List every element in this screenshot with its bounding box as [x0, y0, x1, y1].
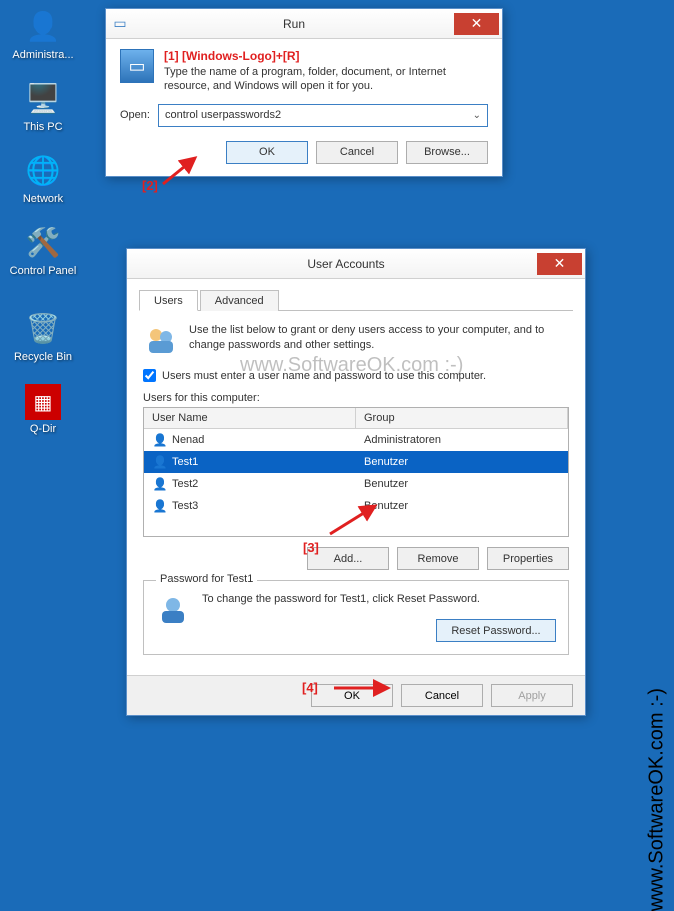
desktop-icon-this-pc[interactable]: 🖥️ This PC	[8, 78, 78, 133]
open-value: control userpasswords2	[165, 109, 281, 121]
cancel-button[interactable]: Cancel	[401, 684, 483, 707]
user-row-icon: 👤	[152, 498, 168, 514]
cell-username: Test1	[172, 456, 198, 468]
col-group[interactable]: Group	[356, 408, 568, 428]
icon-label: Control Panel	[8, 265, 78, 277]
icon-label: Administra...	[8, 49, 78, 61]
tab-users[interactable]: Users	[139, 290, 198, 311]
desktop-icon-administrator[interactable]: 👤 Administra...	[8, 6, 78, 61]
desktop-icon-recycle-bin[interactable]: 🗑️ Recycle Bin	[8, 308, 78, 363]
browse-button[interactable]: Browse...	[406, 141, 488, 164]
table-row[interactable]: 👤 Test2 Benutzer	[144, 473, 568, 495]
tab-advanced[interactable]: Advanced	[200, 290, 279, 311]
icon-label: Recycle Bin	[8, 351, 78, 363]
cell-username: Test3	[172, 500, 198, 512]
qdir-icon: ▦	[25, 384, 61, 420]
users-list-label: Users for this computer:	[143, 392, 569, 404]
apply-button[interactable]: Apply	[491, 684, 573, 707]
password-fieldset: Password for Test1 To change the passwor…	[143, 580, 569, 655]
watermark-side: www.SoftwareOK.com :-)	[645, 688, 668, 911]
run-dialog: ▭ Run ✕ ▭ [1] [Windows-Logo]+[R] Type th…	[105, 8, 503, 177]
require-password-checkbox[interactable]	[143, 369, 156, 382]
col-username[interactable]: User Name	[144, 408, 356, 428]
user-accounts-dialog: User Accounts ✕ Users Advanced Use the l…	[126, 248, 586, 716]
annotation-1: [1] [Windows-Logo]+[R]	[164, 49, 488, 63]
remove-button[interactable]: Remove	[397, 547, 479, 570]
users-icon	[143, 323, 179, 359]
properties-button[interactable]: Properties	[487, 547, 569, 570]
ua-title: User Accounts	[155, 257, 537, 271]
list-header[interactable]: User Name Group	[144, 408, 568, 429]
cell-username: Nenad	[172, 434, 204, 446]
run-title-icon: ▭	[106, 10, 134, 38]
cell-group: Benutzer	[364, 478, 408, 490]
open-label: Open:	[120, 109, 150, 121]
annotation-2: [2]	[142, 178, 158, 193]
icon-label: Network	[8, 193, 78, 205]
users-list[interactable]: User Name Group 👤 Nenad Administratoren 👤 Te…	[143, 407, 569, 537]
run-titlebar[interactable]: ▭ Run ✕	[106, 9, 502, 39]
user-avatar-icon	[156, 593, 190, 627]
fieldset-legend: Password for Test1	[156, 573, 257, 585]
run-description: Type the name of a program, folder, docu…	[164, 65, 488, 94]
table-row[interactable]: 👤 Test1 Benutzer	[144, 451, 568, 473]
reset-password-button[interactable]: Reset Password...	[436, 619, 556, 642]
ua-titlebar[interactable]: User Accounts ✕	[127, 249, 585, 279]
network-icon: 🌐	[23, 150, 63, 190]
user-row-icon: 👤	[152, 476, 168, 492]
desktop-icon-qdir[interactable]: ▦ Q-Dir	[8, 384, 78, 435]
icon-label: Q-Dir	[8, 423, 78, 435]
ua-intro-text: Use the list below to grant or deny user…	[189, 323, 569, 359]
desktop-icon-network[interactable]: 🌐 Network	[8, 150, 78, 205]
cancel-button[interactable]: Cancel	[316, 141, 398, 164]
close-button[interactable]: ✕	[537, 253, 582, 275]
pc-icon: 🖥️	[23, 78, 63, 118]
run-title: Run	[134, 17, 454, 31]
desktop-icon-control-panel[interactable]: 🛠️ Control Panel	[8, 222, 78, 277]
icon-label: This PC	[8, 121, 78, 133]
run-app-icon: ▭	[120, 49, 154, 83]
add-button[interactable]: Add...	[307, 547, 389, 570]
control-panel-icon: 🛠️	[23, 222, 63, 262]
table-row[interactable]: 👤 Nenad Administratoren	[144, 429, 568, 451]
chevron-down-icon[interactable]: ⌄	[473, 110, 481, 121]
blank-title-icon	[127, 250, 155, 278]
user-row-icon: 👤	[152, 454, 168, 470]
ok-button[interactable]: OK	[311, 684, 393, 707]
close-button[interactable]: ✕	[454, 13, 499, 35]
cell-username: Test2	[172, 478, 198, 490]
require-password-label: Users must enter a user name and passwor…	[162, 370, 486, 382]
user-row-icon: 👤	[152, 432, 168, 448]
cell-group: Benutzer	[364, 500, 408, 512]
table-row[interactable]: 👤 Test3 Benutzer	[144, 495, 568, 517]
open-input[interactable]: control userpasswords2 ⌄	[158, 104, 488, 127]
user-icon: 👤	[23, 6, 63, 46]
cell-group: Administratoren	[364, 434, 441, 446]
cell-group: Benutzer	[364, 456, 408, 468]
fieldset-text: To change the password for Test1, click …	[202, 593, 556, 605]
recycle-bin-icon: 🗑️	[23, 308, 63, 348]
ok-button[interactable]: OK	[226, 141, 308, 164]
